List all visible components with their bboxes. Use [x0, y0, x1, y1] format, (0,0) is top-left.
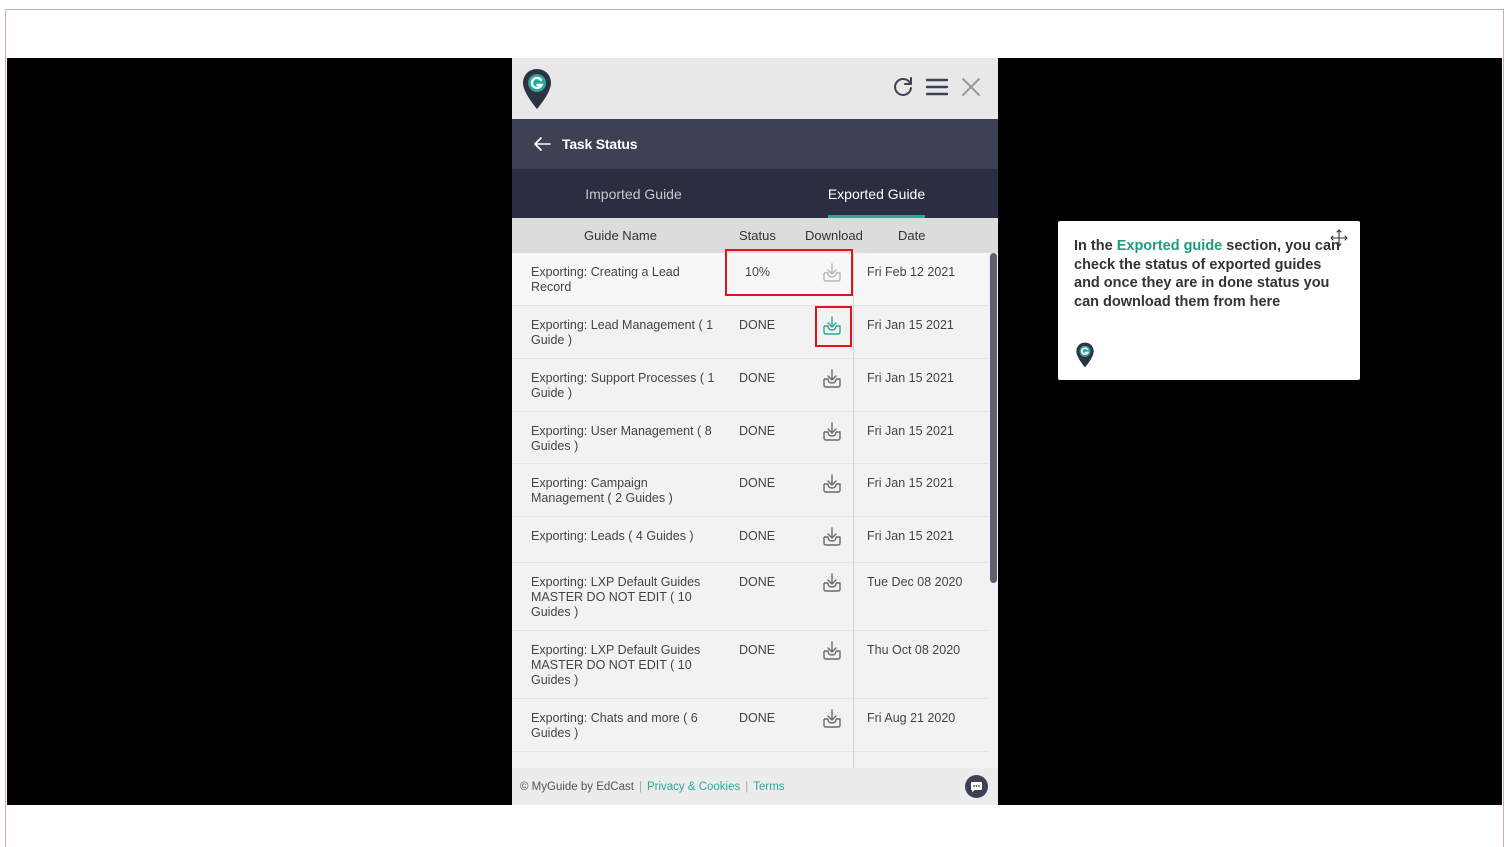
- tab-label: Imported Guide: [585, 185, 682, 202]
- scrollbar-thumb[interactable]: [990, 253, 997, 583]
- guide-status: DONE: [739, 424, 776, 438]
- close-icon[interactable]: [958, 74, 984, 100]
- myguide-logo-icon: [523, 69, 551, 109]
- hamburger-menu-icon[interactable]: [924, 74, 950, 100]
- privacy-link[interactable]: Privacy & Cookies: [647, 781, 740, 793]
- scrollbar[interactable]: [988, 253, 998, 768]
- tab-imported-guide[interactable]: Imported Guide: [512, 169, 755, 218]
- tooltip-text: In the Exported guide section, you can c…: [1074, 237, 1350, 311]
- guide-status: DONE: [739, 318, 776, 332]
- panel-header: [512, 58, 998, 119]
- download-icon[interactable]: [820, 639, 844, 663]
- column-guide-name: Guide Name: [584, 228, 657, 243]
- guide-date: Fri Jan 15 2021: [867, 424, 954, 438]
- column-divider: [853, 253, 854, 768]
- guide-table: Exporting: Creating a Lead Record 10% Fri …: [512, 253, 988, 768]
- table-row: Exporting: Campaign Management ( 2 Guide…: [512, 464, 988, 517]
- table-row: Exporting: User Management ( 8 Guides ) D…: [512, 412, 988, 464]
- guide-tooltip-card: In the Exported guide section, you can c…: [1058, 221, 1360, 380]
- chat-icon[interactable]: [965, 775, 988, 798]
- download-icon[interactable]: [820, 707, 844, 731]
- guide-name: Exporting: Lead Management ( 1 Guide ): [531, 318, 714, 347]
- download-icon[interactable]: [820, 472, 844, 496]
- move-icon[interactable]: [1330, 229, 1348, 247]
- back-arrow-icon[interactable]: [532, 134, 552, 154]
- guide-status: DONE: [739, 643, 776, 657]
- page-title: Task Status: [562, 136, 638, 152]
- guide-date: Fri Feb 12 2021: [867, 265, 956, 279]
- panel-footer: © MyGuide by EdCast | Privacy & Cookies …: [512, 768, 998, 805]
- tooltip-text-part: In the: [1074, 238, 1117, 254]
- tooltip-highlight: Exported guide: [1116, 238, 1223, 254]
- guide-date: Fri Jan 15 2021: [867, 476, 954, 490]
- guide-name: Exporting: Creating a Lead Record: [531, 265, 680, 294]
- guide-name: Exporting: Chats and more ( 6 Guides ): [531, 711, 698, 740]
- myguide-logo-icon: [1076, 342, 1094, 368]
- guide-name: Exporting: Leads ( 4 Guides ): [531, 529, 694, 543]
- download-icon[interactable]: [820, 420, 844, 444]
- guide-date: Fri Aug 21 2020: [867, 711, 956, 725]
- terms-link[interactable]: Terms: [753, 781, 784, 793]
- table-row: Exporting: Leads ( 4 Guides ) DONE Fri Jan…: [512, 517, 988, 563]
- table-row: Exporting: LXP Default Guides MASTER DO …: [512, 563, 988, 631]
- guide-status: DONE: [739, 529, 776, 543]
- guide-date: Fri Jan 15 2021: [867, 529, 954, 543]
- column-date: Date: [898, 228, 926, 243]
- tab-bar: Imported Guide Exported Guide: [512, 169, 998, 218]
- guide-status: DONE: [739, 575, 776, 589]
- download-icon[interactable]: [820, 367, 844, 391]
- guide-date: Fri Jan 15 2021: [867, 318, 954, 332]
- tab-label: Exported Guide: [827, 185, 926, 202]
- status-highlight-box: [725, 249, 853, 296]
- guide-name: Exporting: User Management ( 8 Guides ): [531, 424, 712, 453]
- guide-date: Tue Dec 08 2020: [867, 575, 963, 589]
- table-row: Exporting: Lead Management ( 1 Guide ) DO…: [512, 306, 988, 359]
- task-status-bar: Task Status: [512, 119, 998, 169]
- refresh-icon[interactable]: [890, 74, 916, 100]
- guide-status: DONE: [739, 371, 776, 385]
- guide-status: DONE: [739, 476, 776, 490]
- download-icon[interactable]: [820, 525, 844, 549]
- footer-brand: © MyGuide by EdCast: [520, 780, 634, 793]
- column-status: Status: [739, 228, 776, 243]
- footer-separator: |: [745, 780, 749, 793]
- table-row: Exporting: LXP Default Guides MASTER DO …: [512, 631, 988, 699]
- guide-status: DONE: [739, 711, 776, 725]
- guide-name: Exporting: Campaign Management ( 2 Guide…: [531, 476, 673, 505]
- guide-name: Exporting: LXP Default Guides MASTER DO …: [531, 643, 701, 687]
- guide-name: Exporting: LXP Default Guides MASTER DO …: [531, 575, 701, 619]
- column-download: Download: [805, 228, 863, 243]
- tab-exported-guide[interactable]: Exported Guide: [755, 169, 998, 218]
- table-header: Guide Name Status Download Date: [512, 218, 998, 253]
- myguide-panel: Task Status Imported Guide Exported Guid…: [512, 58, 998, 805]
- download-highlight-box: [815, 306, 852, 347]
- download-icon[interactable]: [820, 571, 844, 595]
- footer-separator: |: [638, 780, 642, 793]
- table-row: Exporting: Chats and more ( 6 Guides ) DO…: [512, 699, 988, 752]
- guide-date: Fri Jan 15 2021: [867, 371, 954, 385]
- guide-name: Exporting: Support Processes ( 1 Guide ): [531, 371, 715, 400]
- guide-date: Thu Oct 08 2020: [867, 643, 961, 657]
- table-row: Exporting: Support Processes ( 1 Guide )…: [512, 359, 988, 412]
